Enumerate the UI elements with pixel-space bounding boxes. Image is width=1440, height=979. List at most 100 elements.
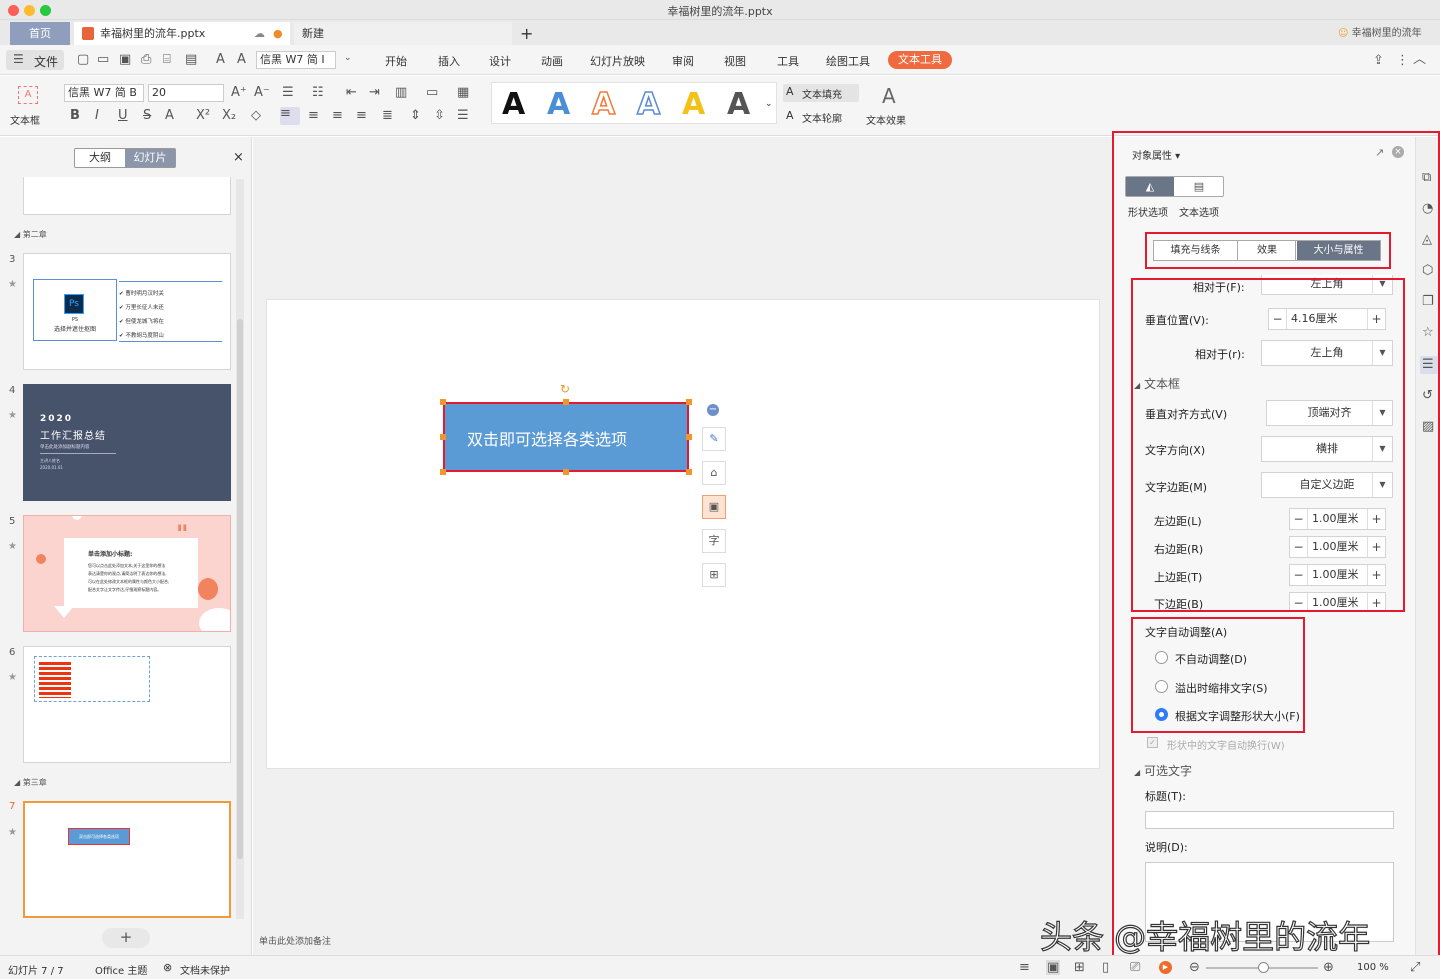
gallery-more-icon[interactable]: ⌄ (765, 99, 773, 109)
zoom-slider-handle[interactable] (1258, 962, 1269, 973)
slide-thumb-4[interactable]: 2020 工作汇报总结 单击此处添加副标题内容 主讲人姓名 2020.01.01 (23, 384, 231, 501)
collapse-ribbon-icon[interactable]: ︿ (1413, 53, 1426, 66)
file-menu-button[interactable]: ☰ 文件 (6, 50, 64, 70)
sorter-view-icon[interactable]: ⊞ (1074, 961, 1085, 974)
slides-scrollbar-thumb[interactable] (237, 319, 243, 859)
resize-handle[interactable] (686, 434, 692, 440)
numbered-list-icon[interactable]: ☷ (312, 86, 324, 99)
paragraph-settings-icon[interactable]: ☰ (457, 109, 469, 122)
section-3[interactable]: ◢ 第三章 (14, 777, 47, 788)
arrange-icon[interactable]: ⊞ (702, 563, 726, 587)
notes-icon[interactable]: ≡ (1019, 961, 1030, 974)
font-grow-icon[interactable]: A (216, 53, 225, 66)
slide-thumb-2[interactable] (23, 177, 231, 215)
tab-home[interactable]: 首页 (10, 22, 70, 45)
resize-handle[interactable] (686, 399, 692, 405)
decrease-font-icon[interactable]: A⁻ (254, 86, 270, 99)
italic-icon[interactable]: I (95, 109, 99, 122)
wordart-style-3[interactable]: A (591, 86, 616, 123)
underline-icon[interactable]: U (118, 109, 128, 122)
wordart-style-1[interactable]: A (502, 87, 525, 122)
clear-format-icon[interactable]: ◇ (251, 109, 261, 122)
resize-handle[interactable] (563, 399, 569, 405)
zoom-out-icon[interactable]: ⊖ (1189, 961, 1200, 974)
tab-outline[interactable]: 大纲 (75, 149, 125, 167)
indent-icon[interactable]: ⇥ (369, 86, 380, 99)
align-left-icon[interactable]: ≡ (280, 107, 300, 125)
slides-scrollbar[interactable] (236, 179, 244, 919)
image-icon[interactable]: ▤ (185, 53, 197, 66)
font-family-select[interactable]: 信黑 W7 简 B (64, 84, 144, 102)
resize-handle[interactable] (686, 469, 692, 475)
text-fill-button[interactable]: A 文本填充 (783, 84, 859, 102)
text-direction-icon[interactable]: ▭ (426, 86, 438, 99)
subscript-icon[interactable]: X₂ (222, 109, 236, 122)
wordart-style-6[interactable]: A (727, 87, 750, 122)
fit-window-icon[interactable]: ⤢ (1410, 961, 1420, 974)
resize-handle[interactable] (563, 469, 569, 475)
font-size-select[interactable]: 20 (148, 84, 224, 102)
share-icon[interactable]: ⇪ (1373, 54, 1384, 67)
font-color-icon[interactable]: A (165, 109, 174, 122)
theme-name[interactable]: Office 主题 (95, 962, 147, 977)
slide-thumb-6[interactable] (23, 646, 231, 763)
align-right-icon[interactable]: ≡ (332, 109, 343, 122)
text-effect-button[interactable]: A 文本效果 (866, 84, 922, 128)
font-family-select-menu[interactable]: 信黑 W7 简 I (256, 51, 336, 69)
section-2[interactable]: ◢ 第二章 (14, 229, 47, 240)
outline-icon[interactable]: ▣ (702, 495, 726, 519)
open-folder-icon[interactable]: ▭ (97, 53, 109, 66)
play-icon[interactable]: ▶ (1159, 961, 1172, 974)
wordart-style-5[interactable]: A (682, 87, 705, 122)
wordart-style-4[interactable]: A (636, 86, 661, 123)
distribute-icon[interactable]: ≣ (382, 109, 393, 122)
add-slide-button[interactable]: + (102, 928, 150, 948)
justify-icon[interactable]: ≡ (356, 109, 367, 122)
outdent-icon[interactable]: ⇤ (346, 86, 357, 99)
tab-slideshow[interactable]: 幻灯片放映 (590, 53, 645, 69)
slide-thumb-3[interactable]: Ps PS 选择并遮住抠图 ✔ 曹时明月汉时关 ✔ 万里长征人未还 ✔ 但使龙城… (23, 253, 231, 370)
export-icon[interactable]: ⎙ (141, 53, 151, 66)
tab-design[interactable]: 设计 (489, 53, 511, 69)
tab-animation[interactable]: 动画 (541, 53, 563, 69)
more-icon[interactable]: ⋮ (1396, 54, 1409, 67)
user-account[interactable]: ☺ 幸福树里的流年 (1330, 22, 1440, 45)
textbox-button[interactable]: A 文本框 (8, 82, 50, 128)
resize-handle[interactable] (440, 469, 446, 475)
slide-canvas[interactable]: 双击即可选择各类选项 ↻ − ✎ ⌂ ▣ 字 ⊞ (266, 299, 1100, 769)
bullet-list-icon[interactable]: ☰ (282, 86, 294, 99)
collapse-toolbar-icon[interactable]: − (707, 404, 719, 416)
superscript-icon[interactable]: X² (196, 109, 210, 122)
rotate-handle-icon[interactable]: ↻ (560, 382, 570, 396)
new-tab-button[interactable]: + (516, 22, 536, 45)
align-text-icon[interactable]: ▦ (457, 86, 469, 99)
tab-tools[interactable]: 工具 (777, 53, 799, 69)
zoom-level[interactable]: 100 % (1357, 962, 1389, 973)
strikethrough-icon[interactable]: S (143, 109, 151, 122)
resize-handle[interactable] (440, 434, 446, 440)
print-icon[interactable]: ⌸ (163, 53, 171, 66)
new-doc-icon[interactable]: ▢ (77, 53, 89, 66)
resize-handle[interactable] (440, 399, 446, 405)
tab-insert[interactable]: 插入 (438, 53, 460, 69)
chevron-down-icon[interactable]: ⌄ (344, 54, 352, 63)
notes-placeholder[interactable]: 单击此处添加备注 (259, 934, 331, 947)
fill-icon[interactable]: ⌂ (702, 461, 726, 485)
tab-view[interactable]: 视图 (724, 53, 746, 69)
text-outline-button[interactable]: A 文本轮廓 (783, 108, 861, 126)
tab-document[interactable]: 幸福树里的流年.pptx ☁ ● (74, 22, 290, 45)
save-icon[interactable]: ▣ (119, 53, 131, 66)
increase-font-icon[interactable]: A⁺ (231, 86, 247, 99)
normal-view-icon[interactable]: ▣ (1046, 960, 1061, 975)
wordart-style-2[interactable]: A (547, 87, 570, 122)
align-center-icon[interactable]: ≡ (308, 109, 319, 122)
tab-start[interactable]: 开始 (385, 53, 407, 69)
slide-thumb-7[interactable]: 双击即可选择各类选项 (23, 801, 231, 918)
slide-thumb-5[interactable]: 单击添加小标题: 您可以点击此处添加文本,关于这里你的想法 表达清楚你的观点,请… (23, 515, 231, 632)
text-icon[interactable]: 字 (702, 529, 726, 553)
paragraph-spacing-icon[interactable]: ⇳ (434, 109, 445, 122)
selected-textbox[interactable]: 双击即可选择各类选项 (443, 402, 689, 472)
font-shrink-icon[interactable]: A (237, 53, 246, 66)
close-panel-icon[interactable]: × (233, 150, 244, 165)
textbox-text[interactable]: 双击即可选择各类选项 (467, 426, 627, 450)
